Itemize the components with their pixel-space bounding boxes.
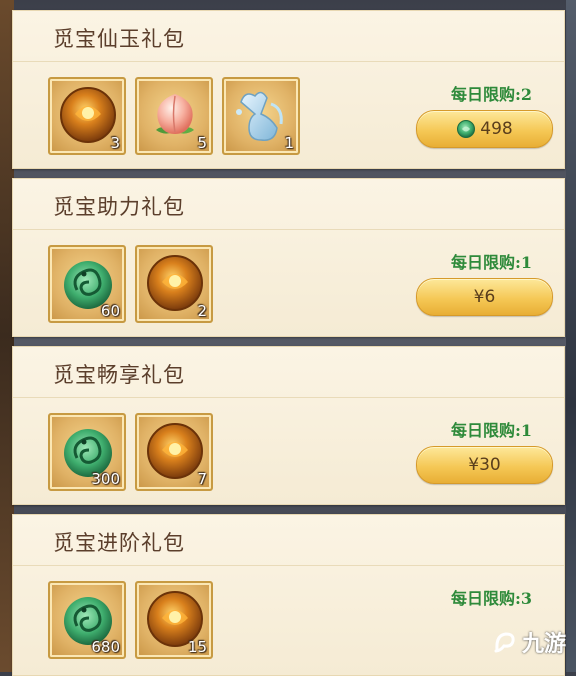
item-quantity: 60 <box>100 302 120 320</box>
item-slot[interactable]: 15 <box>135 581 213 659</box>
item-quantity: 2 <box>197 302 207 320</box>
item-quantity: 680 <box>91 638 120 656</box>
item-quantity: 1 <box>284 134 294 152</box>
buy-button[interactable]: 498 <box>416 110 553 148</box>
item-quantity: 7 <box>197 470 207 488</box>
jade-coin-icon <box>457 120 476 138</box>
pack-card-changxiang: 觅宝畅享礼包 300 7 每日限购:1 ¥30 <box>12 346 565 505</box>
pack-card-header: 觅宝助力礼包 <box>13 179 564 230</box>
item-slot[interactable]: 7 <box>135 413 213 491</box>
price-label: ¥6 <box>473 287 496 307</box>
item-quantity: 3 <box>110 134 120 152</box>
item-quantity: 5 <box>197 134 207 152</box>
item-slot[interactable]: 680 <box>48 581 126 659</box>
jiuyou-logo-icon <box>494 632 515 653</box>
daily-limit-label: 每日限购:1 <box>450 421 532 440</box>
item-slot[interactable]: 300 <box>48 413 126 491</box>
item-quantity: 15 <box>187 638 207 656</box>
daily-limit-label: 每日限购:2 <box>450 85 532 104</box>
price-label: ¥30 <box>468 455 501 475</box>
item-slot[interactable]: 3 <box>48 77 126 155</box>
item-slot[interactable]: 5 <box>135 77 213 155</box>
pack-items: 680 15 <box>48 581 213 659</box>
pack-items: 60 2 <box>48 245 213 323</box>
pack-card-xianyu: 觅宝仙玉礼包 3 5 1 每日限购:2 498 <box>12 10 565 169</box>
background-right-edge <box>566 0 576 672</box>
pack-card-header: 觅宝仙玉礼包 <box>13 11 564 62</box>
item-quantity: 300 <box>91 470 120 488</box>
daily-limit-label: 每日限购:1 <box>450 253 532 272</box>
item-slot[interactable]: 2 <box>135 245 213 323</box>
watermark-text: 九游 <box>521 632 566 657</box>
price-label: 498 <box>480 119 513 139</box>
pack-card-zhuli: 觅宝助力礼包 60 2 每日限购:1 ¥6 <box>12 178 565 337</box>
pack-card-header: 觅宝畅享礼包 <box>13 347 564 398</box>
pack-items: 300 7 <box>48 413 213 491</box>
daily-limit-label: 每日限购:3 <box>450 589 532 608</box>
buy-button[interactable]: ¥30 <box>416 446 553 484</box>
watermark: 九游 <box>492 626 566 658</box>
pack-card-header: 觅宝进阶礼包 <box>13 515 564 566</box>
pack-card-jinjie: 觅宝进阶礼包 680 15 每日限购:3 <box>12 514 565 676</box>
item-slot[interactable]: 1 <box>222 77 300 155</box>
buy-button[interactable]: ¥6 <box>416 278 553 316</box>
item-slot[interactable]: 60 <box>48 245 126 323</box>
pack-title: 觅宝畅享礼包 <box>53 363 185 387</box>
pack-title: 觅宝仙玉礼包 <box>53 27 185 51</box>
pack-items: 3 5 1 <box>48 77 300 155</box>
pack-title: 觅宝进阶礼包 <box>53 531 185 555</box>
pack-title: 觅宝助力礼包 <box>53 195 185 219</box>
